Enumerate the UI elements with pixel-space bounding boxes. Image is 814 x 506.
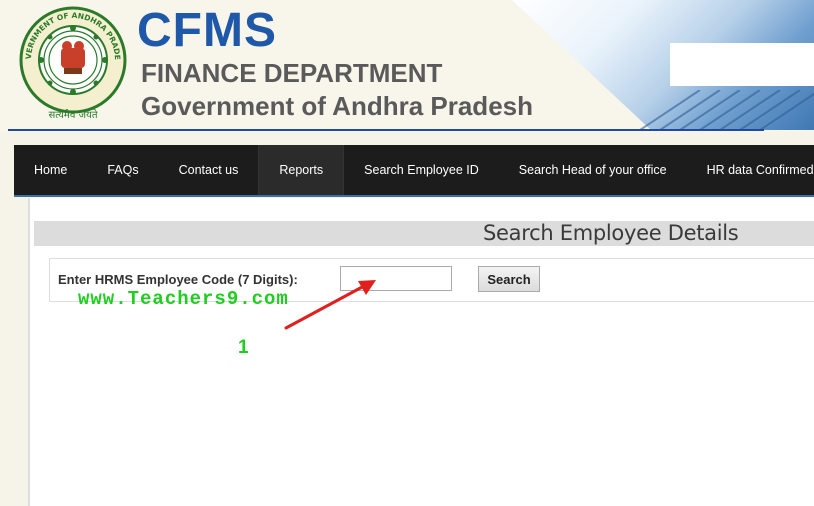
nav-search-employee-id[interactable]: Search Employee ID	[344, 145, 499, 195]
government-name: Government of Andhra Pradesh	[141, 91, 533, 121]
page: GOVERNMENT OF ANDHRA PRADESH सत्यमेव जयत…	[0, 0, 814, 506]
header-divider	[8, 129, 764, 131]
emblem-motto: सत्यमेव जयते	[48, 109, 97, 121]
employee-code-label: Enter HRMS Employee Code (7 Digits):	[58, 272, 298, 287]
nav-home[interactable]: Home	[14, 145, 87, 195]
nav-faqs[interactable]: FAQs	[87, 145, 158, 195]
step-number: 1	[238, 337, 249, 358]
main-navigation: Home FAQs Contact us Reports Search Empl…	[14, 145, 814, 197]
department-name: FINANCE DEPARTMENT	[141, 58, 443, 88]
nav-search-head-of-office[interactable]: Search Head of your office	[499, 145, 687, 195]
red-arrow-icon	[284, 280, 376, 330]
nav-reports[interactable]: Reports	[258, 145, 345, 195]
andhra-pradesh-emblem-icon: GOVERNMENT OF ANDHRA PRADESH सत्यमेव जयत…	[17, 4, 127, 121]
search-button[interactable]: Search	[478, 266, 540, 292]
watermark-text: www.Teachers9.com	[78, 288, 289, 310]
header-banner-highlight	[670, 43, 814, 86]
nav-contact-us[interactable]: Contact us	[159, 145, 259, 195]
header-banner-stripes	[640, 90, 814, 130]
site-title: CFMS	[137, 4, 277, 57]
site-header: GOVERNMENT OF ANDHRA PRADESH सत्यमेव जयत…	[0, 0, 814, 132]
nav-hr-data-confirmed[interactable]: HR data Confirmed Dep	[687, 145, 814, 195]
section-title: Search Employee Details	[483, 221, 739, 245]
